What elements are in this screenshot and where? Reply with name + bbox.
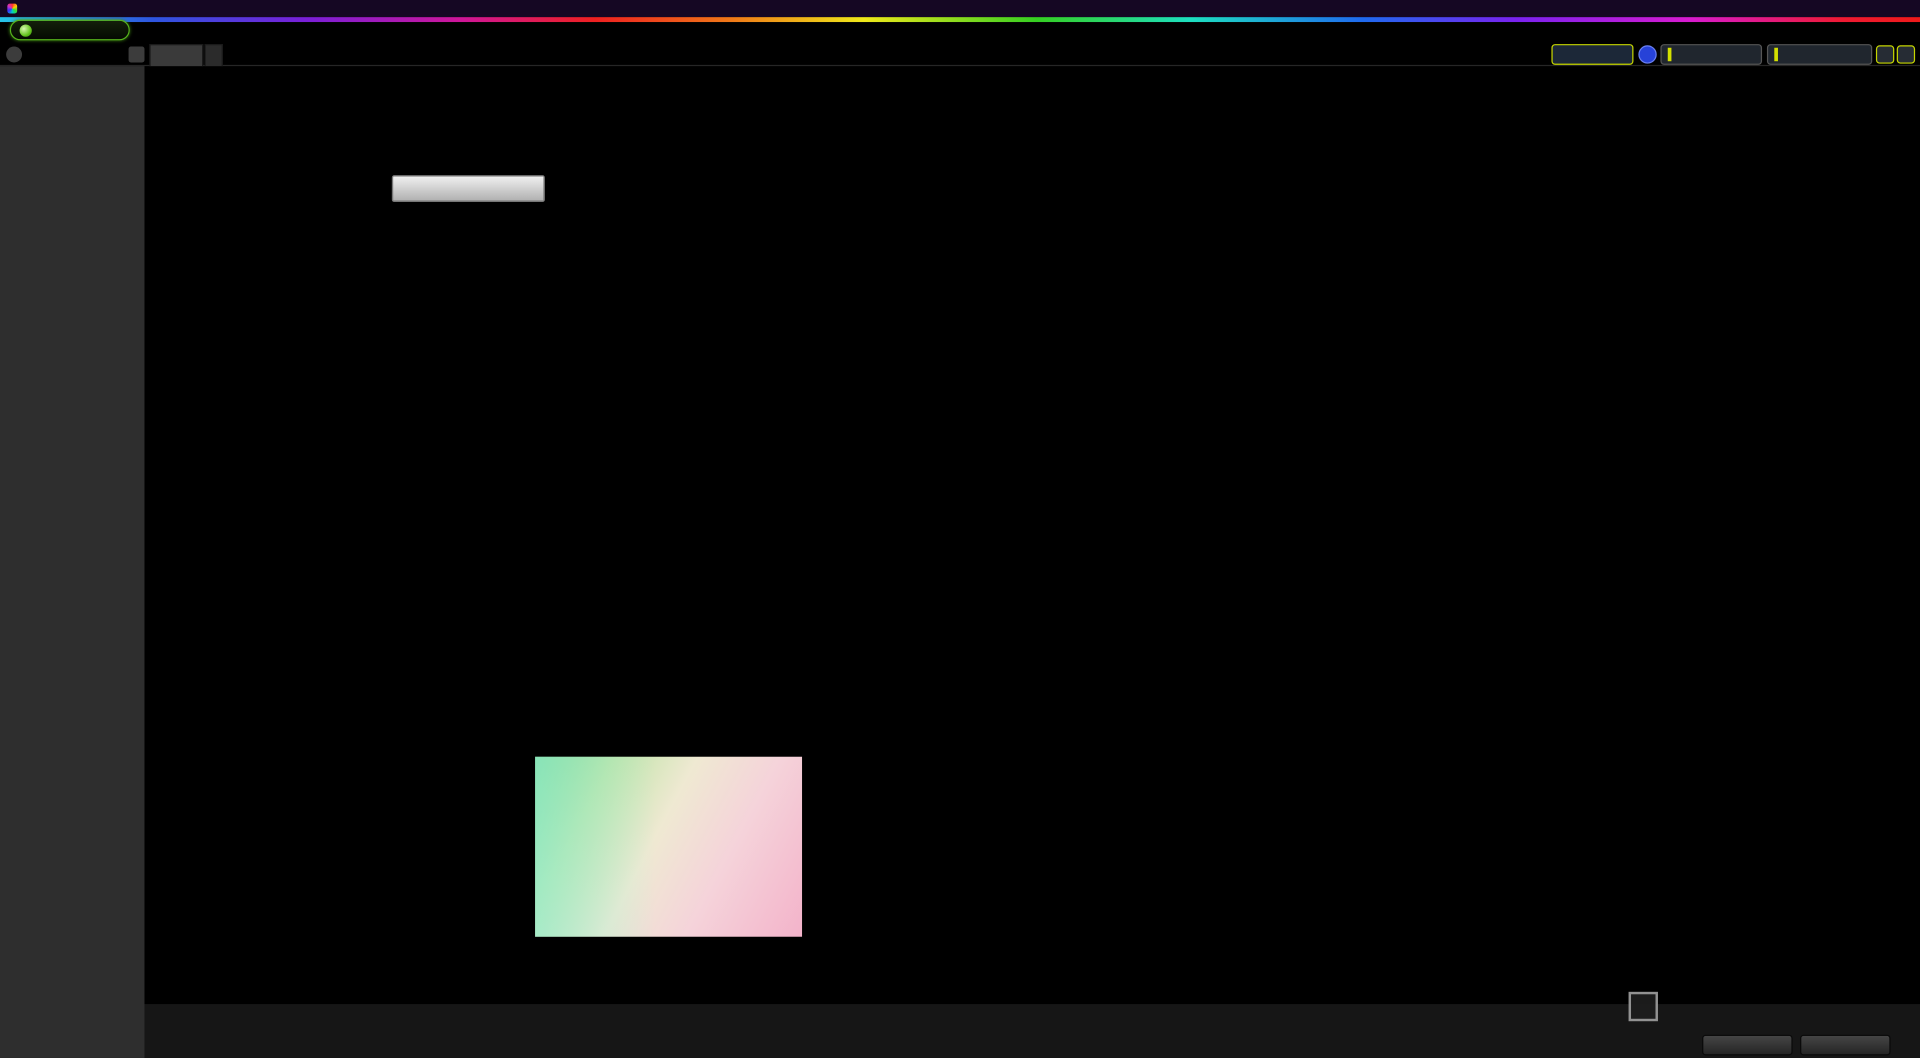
calman-logo-icon xyxy=(19,23,32,37)
meter-count-badge xyxy=(1638,45,1657,64)
cie-1931-chart xyxy=(514,732,820,960)
cie-gradient-background xyxy=(535,756,803,937)
grayscale-swatch-strip xyxy=(144,573,1920,721)
add-tab-button[interactable] xyxy=(204,44,223,67)
sidebar xyxy=(0,66,145,1058)
direct-display-control-button[interactable] xyxy=(1766,44,1873,65)
tab-history-1[interactable] xyxy=(149,44,204,67)
current-reading-panel xyxy=(171,742,328,815)
app-window xyxy=(0,0,1920,1058)
gear-icon[interactable] xyxy=(1875,45,1895,64)
titlebar xyxy=(0,0,1920,18)
rgb-balance-line-chart xyxy=(551,130,1222,522)
collapse-sidebar-button[interactable] xyxy=(128,46,145,63)
next-button[interactable] xyxy=(1800,1034,1891,1056)
meter-button[interactable] xyxy=(1551,44,1634,65)
close-icon[interactable] xyxy=(1896,45,1916,64)
calman-logo-button[interactable] xyxy=(9,19,130,41)
rgb-balance-bar-chart xyxy=(1212,130,1430,522)
sidebar-pane-title xyxy=(0,66,144,79)
app-icon xyxy=(7,3,18,14)
back-button[interactable] xyxy=(1702,1034,1793,1056)
deltae-bar-chart xyxy=(157,223,524,529)
divider xyxy=(0,64,1920,67)
collapse-pane-button[interactable] xyxy=(6,46,23,63)
pattern-step-bar xyxy=(144,1004,1920,1058)
source-dropdown[interactable] xyxy=(1660,44,1763,65)
target-label xyxy=(255,637,272,708)
de-formula-select[interactable] xyxy=(391,175,545,203)
rainbow-stripe xyxy=(0,17,1920,23)
gamma-loglog-chart xyxy=(1423,130,1903,522)
